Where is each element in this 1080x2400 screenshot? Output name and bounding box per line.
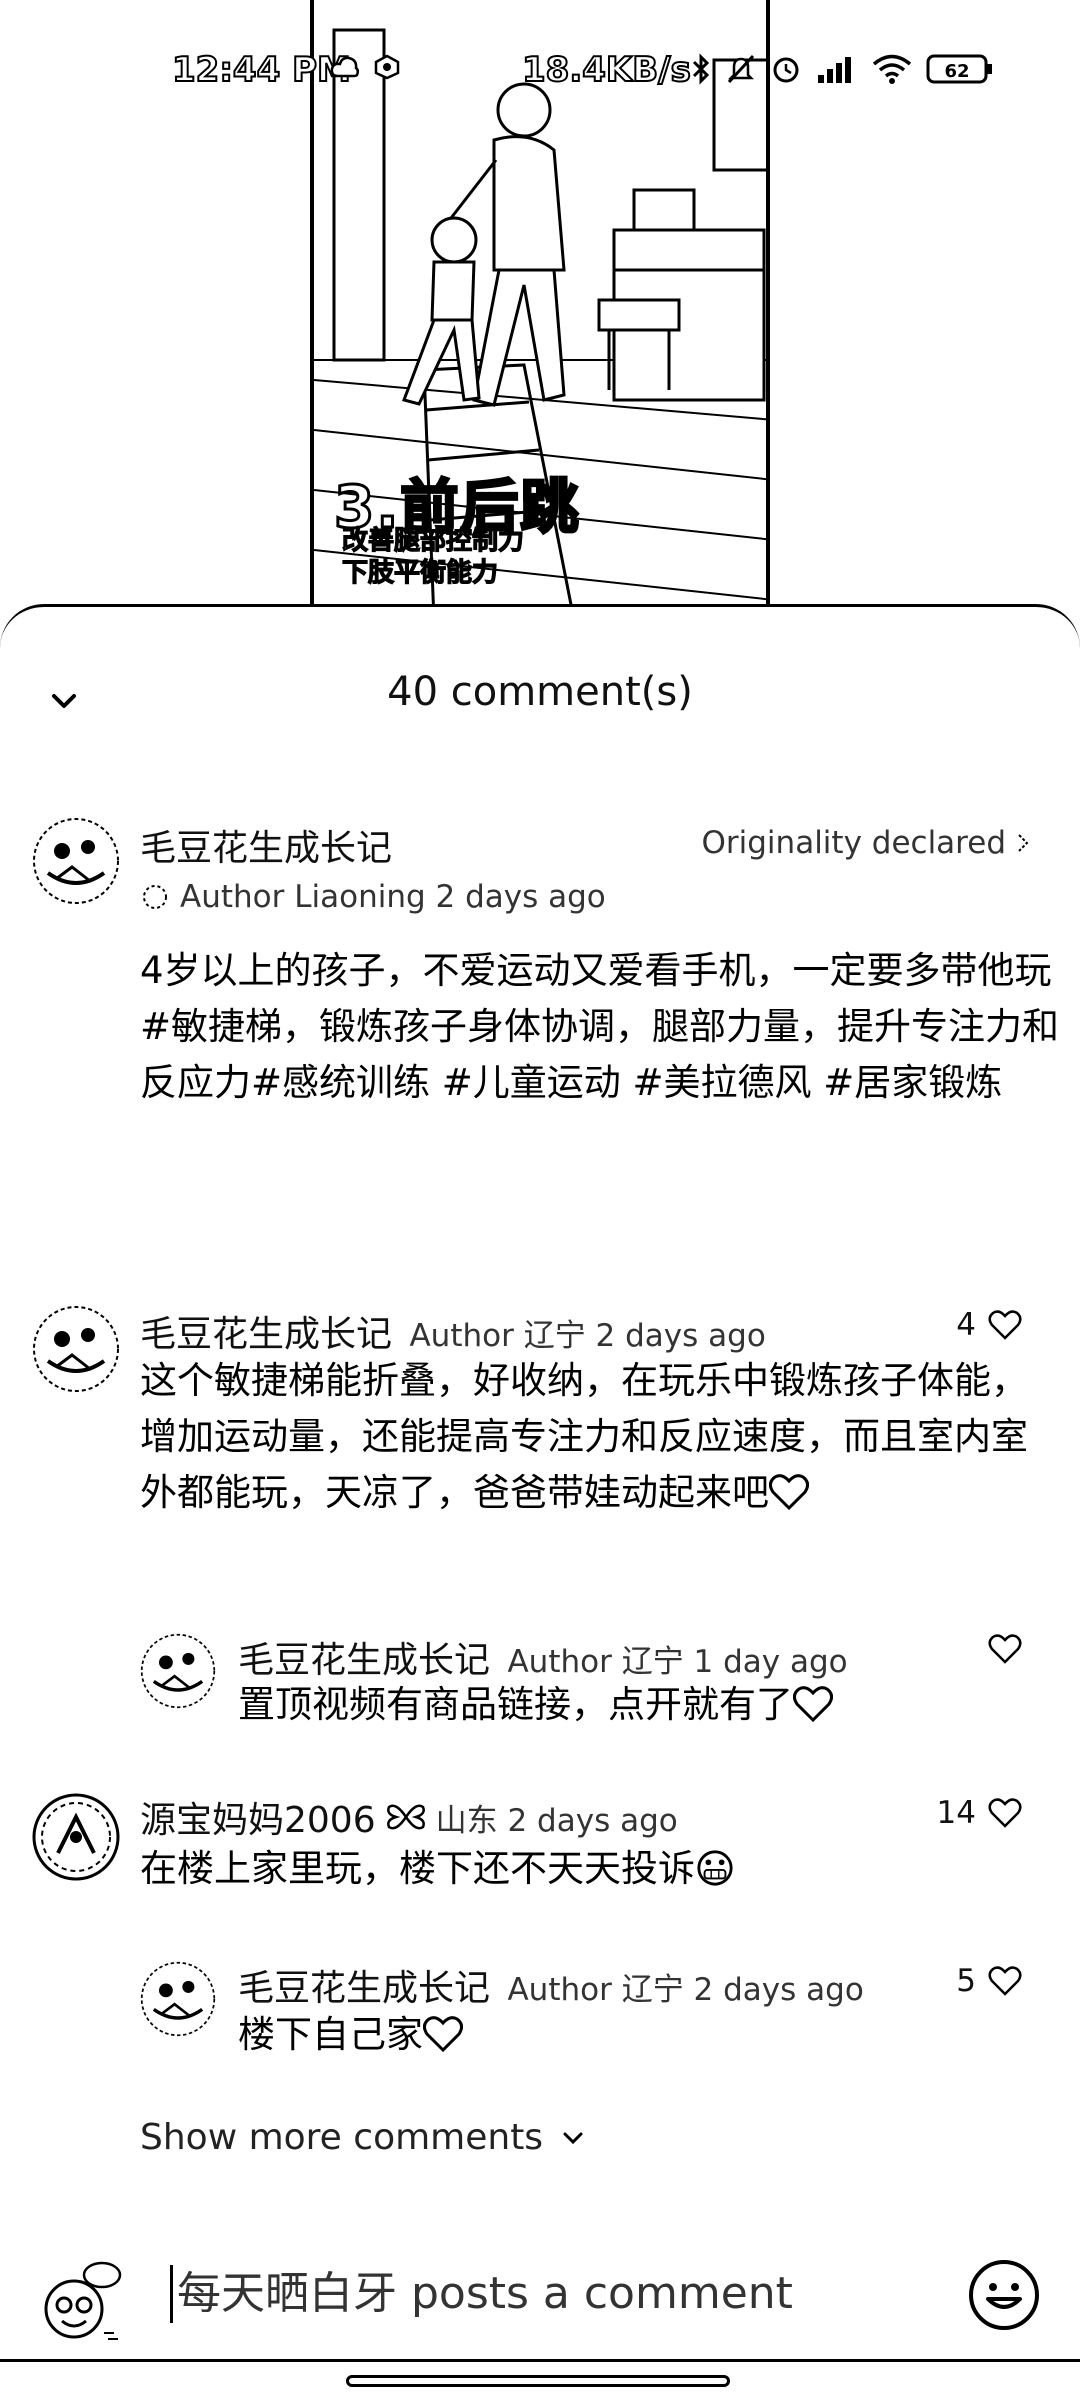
app-notification-icon bbox=[374, 54, 400, 80]
heart-emoji-icon bbox=[793, 1686, 833, 1723]
post-meta-text: Author Liaoning 2 days ago bbox=[180, 879, 606, 915]
signal-icon bbox=[818, 57, 851, 83]
like-count: 4 bbox=[956, 1307, 976, 1343]
heart-icon bbox=[988, 1798, 1022, 1828]
heart-icon bbox=[988, 1966, 1022, 1996]
reply-author-name[interactable]: 毛豆花生成长记 Author 辽宁 1 day ago bbox=[238, 1631, 848, 1683]
comments-count-title: 40 comment(s) bbox=[387, 669, 693, 715]
heart-emoji-icon bbox=[769, 1474, 809, 1511]
emoji-icon[interactable] bbox=[966, 2257, 1042, 2333]
chevron-right-icon bbox=[1018, 834, 1029, 852]
heart-icon bbox=[988, 1634, 1022, 1664]
like-count: 5 bbox=[956, 1963, 976, 1999]
reply-text: 楼下自己家 bbox=[238, 2013, 423, 2056]
comment-text: 在楼上家里玩，楼下还不天天投诉 bbox=[140, 1847, 695, 1890]
notification-icons bbox=[330, 54, 400, 80]
comment-author-name[interactable]: 毛豆花生成长记 Author 辽宁 2 days ago bbox=[140, 1305, 766, 1357]
battery-level: 62 bbox=[944, 61, 969, 82]
avatar[interactable] bbox=[140, 1961, 216, 2037]
alarm-icon bbox=[773, 57, 799, 83]
bottom-divider bbox=[0, 2359, 1080, 2362]
avatar[interactable] bbox=[32, 1793, 120, 1881]
home-indicator[interactable] bbox=[346, 2375, 730, 2387]
heart-icon bbox=[988, 1310, 1022, 1340]
originality-label: Originality declared bbox=[701, 825, 1007, 861]
reply-meta: Author 辽宁 2 days ago bbox=[507, 1972, 864, 2008]
status-bar: 12:44 PM 18.4KB/s 62 bbox=[0, 48, 1080, 96]
grimacing-emoji-icon bbox=[697, 1850, 733, 1886]
reply-meta: Author 辽宁 1 day ago bbox=[507, 1644, 848, 1680]
comment-meta: 山东 2 days ago bbox=[435, 1802, 678, 1839]
user-avatar[interactable] bbox=[38, 2259, 122, 2347]
comment-author-label: 源宝妈妈2006 bbox=[140, 1800, 376, 1841]
sheet-header: 40 comment(s) bbox=[0, 607, 1080, 787]
reply-body: 楼下自己家 bbox=[238, 2007, 1038, 2063]
like-button[interactable]: 4 bbox=[956, 1307, 1022, 1343]
avatar[interactable] bbox=[140, 1633, 216, 1709]
reply-author-name[interactable]: 毛豆花生成长记 Author 辽宁 2 days ago bbox=[238, 1959, 864, 2011]
system-status-icons: 62 bbox=[690, 52, 996, 86]
like-button[interactable]: 14 bbox=[937, 1795, 1022, 1831]
status-time: 12:44 PM bbox=[171, 49, 352, 91]
comment-author-name[interactable]: 源宝妈妈2006 山东 2 days ago bbox=[140, 1791, 678, 1843]
mute-icon bbox=[727, 54, 755, 84]
network-speed: 18.4KB/s bbox=[521, 49, 692, 91]
screen: 3.前后跳 改善腿部控制力 下肢平衡能力 12:44 PM 18.4KB/s 6… bbox=[0, 0, 1080, 2400]
comment-input[interactable]: 每天晒白牙 posts a comment bbox=[170, 2265, 793, 2323]
comment-meta: Author 辽宁 2 days ago bbox=[409, 1318, 766, 1354]
post-meta: Author Liaoning 2 days ago bbox=[140, 879, 606, 915]
like-button[interactable]: 5 bbox=[956, 1963, 1022, 1999]
originality-declared-link[interactable]: Originality declared bbox=[702, 825, 1031, 861]
like-button[interactable] bbox=[976, 1633, 1022, 1665]
reply-text: 置顶视频有商品链接，点开就有了 bbox=[238, 1683, 793, 1726]
battery-icon: 62 bbox=[926, 54, 992, 84]
comments-sheet: 40 comment(s) 毛豆花生成长记 Originality declar… bbox=[0, 604, 1080, 2400]
comment-author-label: 毛豆花生成长记 bbox=[140, 1314, 393, 1355]
video-caption-line2: 下肢平衡能力 bbox=[341, 557, 499, 588]
show-more-label: Show more comments bbox=[140, 2117, 544, 2158]
reply-body: 置顶视频有商品链接，点开就有了 bbox=[238, 1677, 1038, 1733]
heart-emoji-icon bbox=[423, 2016, 463, 2053]
butterfly-badge-icon bbox=[386, 1804, 425, 1830]
author-badge-icon bbox=[143, 885, 167, 909]
reply-author-label: 毛豆花生成长记 bbox=[238, 1640, 491, 1681]
reply-author-label: 毛豆花生成长记 bbox=[238, 1968, 491, 2009]
chevron-down-icon bbox=[563, 2132, 583, 2144]
bluetooth-icon bbox=[692, 53, 710, 85]
show-more-comments-button[interactable]: Show more comments bbox=[140, 2117, 587, 2158]
avatar[interactable] bbox=[32, 1305, 120, 1393]
post-author-name[interactable]: 毛豆花生成长记 bbox=[140, 819, 392, 871]
avatar[interactable] bbox=[32, 817, 120, 905]
comment-text: 这个敏捷梯能折叠，好收纳，在玩乐中锻炼孩子体能，增加运动量，还能提高专注力和反应… bbox=[140, 1359, 1028, 1514]
comment-body: 在楼上家里玩，楼下还不天天投诉 bbox=[140, 1841, 1040, 1897]
comment-body: 这个敏捷梯能折叠，好收纳，在玩乐中锻炼孩子体能，增加运动量，还能提高专注力和反应… bbox=[140, 1353, 1040, 1521]
post-body: 4岁以上的孩子，不爱运动又爱看手机，一定要多带他玩#敏捷梯，锻炼孩子身体协调，腿… bbox=[140, 949, 1060, 1104]
comment-input-bar: 每天晒白牙 posts a comment bbox=[0, 2243, 1080, 2375]
wifi-icon bbox=[872, 54, 912, 84]
like-count: 14 bbox=[936, 1795, 976, 1831]
cloud-icon bbox=[330, 56, 360, 78]
